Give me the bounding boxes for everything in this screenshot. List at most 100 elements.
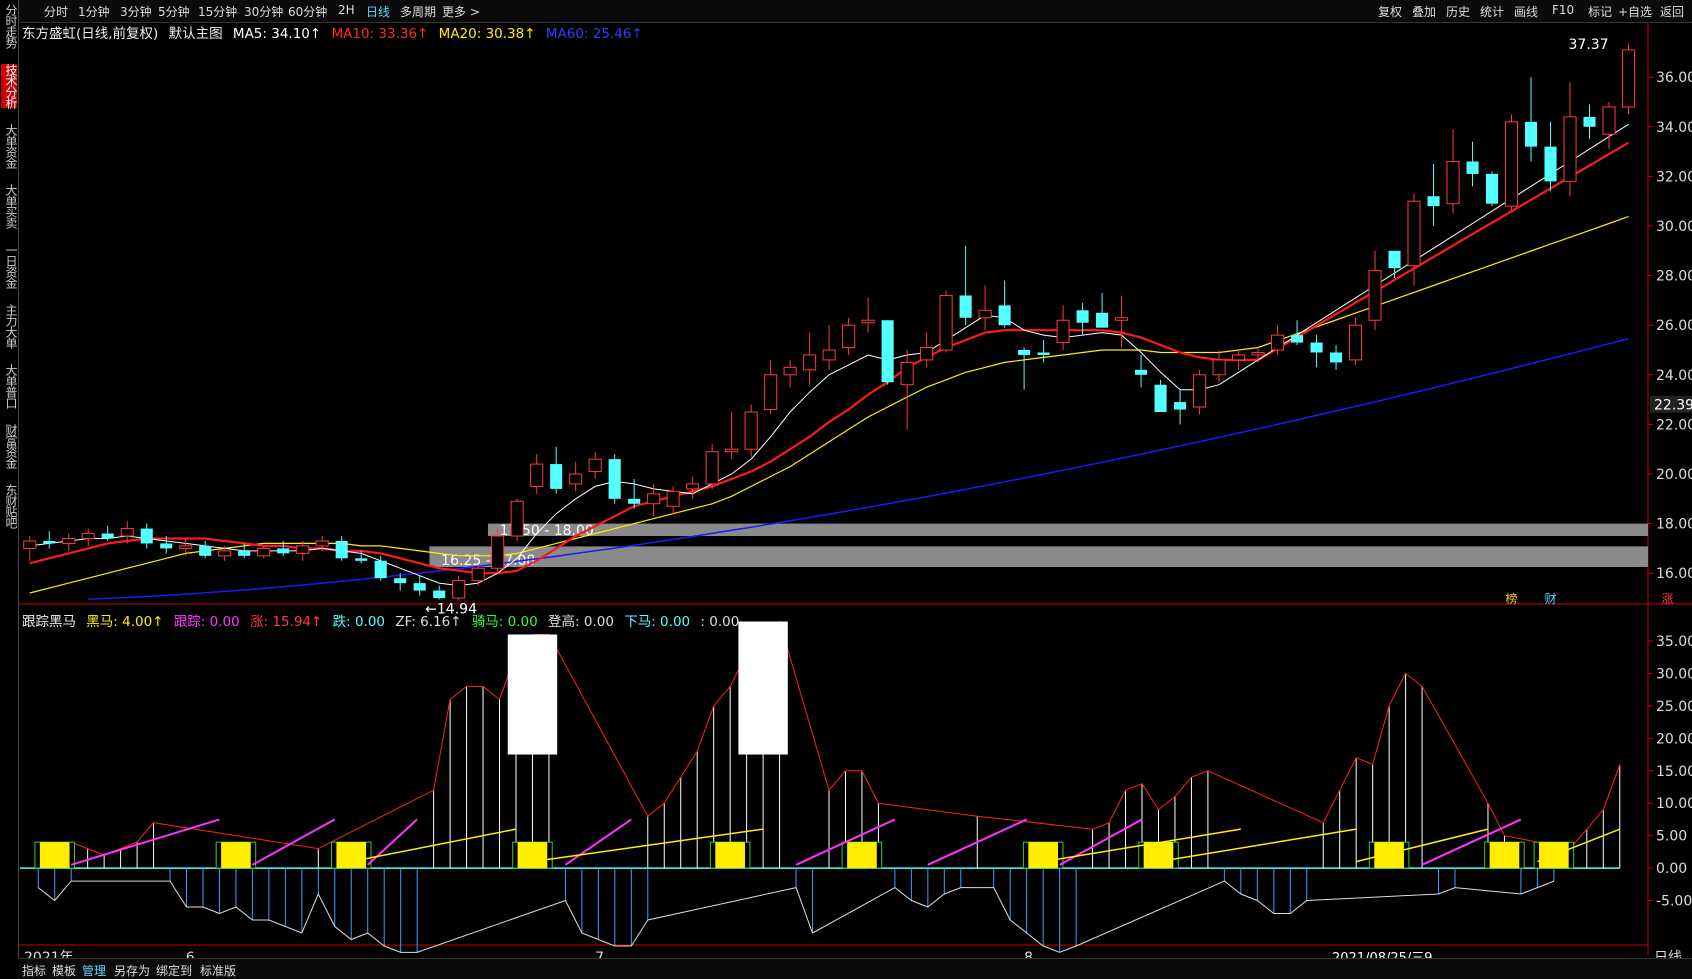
candle-body [959, 295, 972, 318]
toolbar-right-2[interactable]: 历史 [1446, 3, 1470, 20]
y-tick-label: 32.00 [1656, 169, 1692, 185]
candle-body [1232, 354, 1246, 361]
candle-body [160, 543, 173, 549]
toolbar-0[interactable]: 分时 [44, 3, 68, 20]
zf-line [1537, 828, 1621, 863]
genzong-line [1421, 818, 1522, 866]
toolbar-7[interactable]: 2H [338, 3, 355, 17]
toolbar-10[interactable]: 更多 > [442, 3, 480, 20]
toolbar-2[interactable]: 3分钟 [120, 3, 152, 20]
y-tick-label: 28.00 [1656, 269, 1692, 285]
ind-y-tick-label: 25.00 [1656, 699, 1692, 715]
bottom-item-4[interactable]: 绑定到 [156, 962, 192, 979]
candle-body [725, 448, 739, 453]
candle-body [374, 560, 387, 579]
candle-body [1446, 161, 1460, 205]
bottom-item-5[interactable]: 标准版 [200, 962, 236, 979]
candle-body [842, 324, 856, 349]
ind-y-tick-label: 0.00 [1656, 861, 1687, 877]
toolbar-right-0[interactable]: 复权 [1378, 3, 1402, 20]
toolbar-right-1[interactable]: 叠加 [1412, 3, 1436, 20]
candle-body [744, 411, 758, 450]
candle-body [335, 540, 348, 559]
y-tick-label: 22.00 [1656, 417, 1692, 433]
y-tick-label: 36.00 [1656, 70, 1692, 86]
ind-y-tick-label: 10.00 [1656, 796, 1692, 812]
event-mark: 涨 [1661, 591, 1673, 606]
y-tick-label: 30.00 [1656, 219, 1692, 235]
stock-name[interactable]: 东方盛虹(日线,前复权) [22, 26, 158, 42]
y-tick-label: 24.00 [1656, 368, 1692, 384]
sidebar-item-7[interactable]: 财富资金 [1, 424, 18, 468]
toolbar-6[interactable]: 60分钟 [288, 3, 327, 20]
toolbar-right-3[interactable]: 统计 [1480, 3, 1504, 20]
heima-mark [847, 842, 877, 869]
high-price-label: 37.37 [1569, 37, 1609, 53]
ma5-line [29, 123, 1629, 587]
candle-body [1251, 351, 1265, 356]
candle-body [1504, 121, 1519, 207]
candle-body [315, 540, 329, 547]
toolbar-8[interactable]: 日线 [366, 3, 390, 20]
y-tick-label: 20.00 [1656, 467, 1692, 483]
heima-frame [215, 841, 257, 869]
template-name[interactable]: 默认主图 [169, 26, 223, 42]
ind-y-tick-label: 30.00 [1656, 666, 1692, 682]
candle-body [1115, 317, 1129, 321]
heima-mark [221, 842, 251, 869]
sidebar-item-6[interactable]: 大单普口 [1, 364, 18, 408]
toolbar-9[interactable]: 多周期 [400, 3, 436, 20]
candle-body [686, 483, 700, 490]
toolbar-1[interactable]: 1分钟 [78, 3, 110, 20]
bottom-item-0[interactable]: 指标 [22, 962, 46, 979]
ind-y-tick-label: 15.00 [1656, 764, 1692, 780]
toolbar-right-4[interactable]: 画线 [1514, 3, 1538, 20]
candle-body [822, 349, 836, 361]
bottom-item-1[interactable]: 模板 [52, 962, 76, 979]
sidebar-item-2[interactable]: 大单资金 [1, 124, 18, 168]
y-tick-label: 16.00 [1656, 566, 1692, 582]
candle-body [1135, 369, 1148, 375]
candle-body [881, 320, 894, 383]
heima-mark [1374, 842, 1404, 869]
toolbar-right-7[interactable]: +自选 [1618, 3, 1652, 20]
sidebar-item-8[interactable]: 东财贴吧 [1, 484, 18, 528]
ind-y-tick-label: -5.00 [1656, 894, 1692, 910]
candle-body [23, 540, 37, 549]
bottom-item-2[interactable]: 管理 [82, 962, 106, 979]
bottom-item-3[interactable]: 另存为 [114, 962, 150, 979]
heima-mark [39, 842, 70, 869]
heima-mark [1539, 842, 1569, 869]
candle-body [978, 309, 992, 319]
sidebar-item-4[interactable]: 一日资金 [1, 244, 18, 288]
toolbar-right-6[interactable]: 标记 [1588, 3, 1612, 20]
sidebar-item-0[interactable]: 分时走势 [1, 4, 18, 48]
toolbar-right-8[interactable]: 返回 [1660, 3, 1684, 20]
genzong-line [1059, 818, 1143, 866]
zf-line [532, 828, 764, 863]
genzong-line [70, 818, 220, 866]
toolbar-5[interactable]: 30分钟 [244, 3, 283, 20]
candle-body [1018, 350, 1031, 355]
sidebar-item-5[interactable]: 主力大单 [1, 304, 18, 348]
support-zone [487, 523, 1649, 536]
candle-body [1096, 312, 1109, 328]
candle-body [1310, 342, 1323, 353]
heima-mark [1028, 842, 1058, 869]
chart-canvas[interactable]: 17.50 - 18.0016.25 - 17.08 37.37←14.94榜财… [0, 0, 1692, 978]
sidebar-item-3[interactable]: 大单买卖 [1, 184, 18, 228]
toolbar-4[interactable]: 15分钟 [198, 3, 237, 20]
xiama-value: 下马: 0.00 [624, 614, 691, 630]
qima-value: 骑马: 0.00 [471, 614, 538, 630]
indicator-info: 跟踪黑马 黑马: 4.00↑ 跟踪: 0.00 涨: 15.94↑ 跌: 0.0… [22, 610, 745, 630]
candle-body [1330, 352, 1343, 363]
toolbar-right-5[interactable]: F10 [1552, 3, 1574, 17]
zf-line [1043, 828, 1241, 863]
candle-body [550, 464, 563, 489]
ind-y-tick-label: 5.00 [1656, 829, 1687, 845]
current-price-label: 22.39 [1654, 398, 1692, 414]
candle-body [433, 590, 446, 598]
toolbar-3[interactable]: 5分钟 [158, 3, 190, 20]
sidebar-item-1[interactable]: 技术分析 [1, 64, 18, 108]
indicator-name[interactable]: 跟踪黑马 [22, 614, 76, 630]
